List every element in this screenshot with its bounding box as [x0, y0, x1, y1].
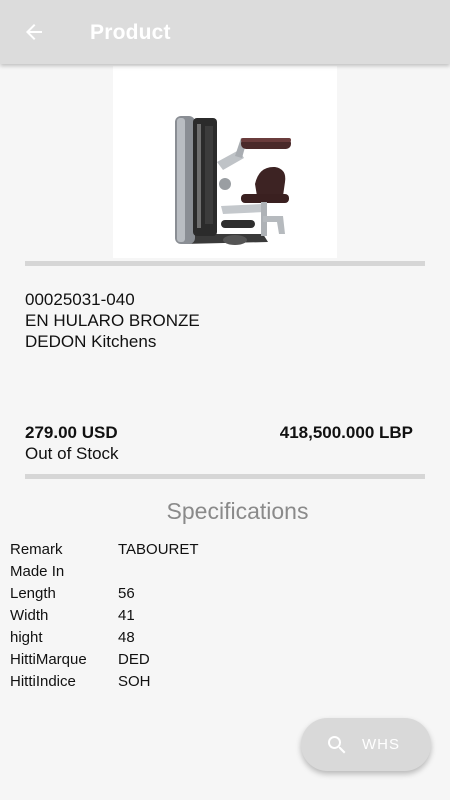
spec-value: 56	[118, 585, 135, 602]
spec-value: 41	[118, 607, 135, 624]
spec-row: HittiMarque DED	[10, 649, 199, 671]
page-title: Product	[90, 21, 171, 44]
divider-top	[25, 261, 425, 266]
spec-row: Remark TABOURET	[10, 539, 199, 561]
specifications-title: Specifications	[166, 498, 309, 524]
spec-row: Made In	[10, 561, 199, 583]
whs-search-button[interactable]: WHS	[301, 718, 431, 771]
product-screen: Product 00025031-040 EN HULARO BRONZE DE…	[0, 0, 450, 800]
spec-row: Length 56	[10, 583, 199, 605]
spec-key: Length	[10, 585, 56, 602]
spec-key: Made In	[10, 563, 65, 580]
product-code: 00025031-040	[25, 290, 135, 309]
arrow-back-icon	[26, 24, 42, 40]
product-name: EN HULARO BRONZE	[25, 311, 200, 330]
spec-key: hight	[10, 629, 43, 646]
spec-row: Width 41	[10, 605, 199, 627]
back-button[interactable]	[14, 12, 54, 52]
spec-value: DED	[118, 651, 150, 668]
spec-key: Width	[10, 607, 49, 624]
spec-row: HittiIndice SOH	[10, 671, 199, 693]
spec-row: hight 48	[10, 627, 199, 649]
divider-bottom	[25, 474, 425, 479]
price-lbp: 418,500.000 LBP	[279, 423, 413, 442]
product-image	[113, 66, 337, 258]
specifications-table: Remark TABOURET Made In Length 56 Width …	[10, 539, 199, 693]
spec-value: 48	[118, 629, 135, 646]
app-bar: Product	[0, 0, 450, 64]
spec-value: SOH	[118, 673, 151, 690]
spec-key: HittiMarque	[10, 651, 87, 668]
price-usd: 279.00 USD	[25, 423, 118, 442]
product-brand: DEDON Kitchens	[25, 332, 157, 351]
fitness-machine-image	[175, 116, 291, 245]
product-info: 00025031-040 EN HULARO BRONZE DEDON Kitc…	[25, 289, 200, 352]
stock-status: Out of Stock	[25, 444, 119, 463]
search-icon	[324, 732, 350, 758]
spec-key: HittiIndice	[10, 673, 76, 690]
spec-value: TABOURET	[118, 541, 199, 558]
whs-button-label: WHS	[362, 736, 400, 753]
spec-key: Remark	[10, 541, 63, 558]
